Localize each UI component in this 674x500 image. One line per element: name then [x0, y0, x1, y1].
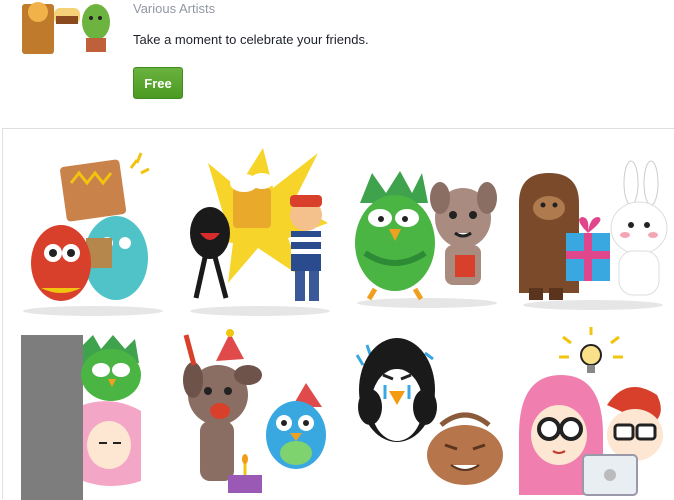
- monster-pair-sticker[interactable]: [11, 143, 176, 318]
- pack-description: Take a moment to celebrate your friends.: [133, 32, 369, 47]
- pack-thumbnail: [14, 0, 114, 64]
- owl-and-bulldog-sticker[interactable]: [345, 143, 510, 318]
- free-button[interactable]: Free: [133, 67, 183, 99]
- peeking-owl-and-girl-sticker[interactable]: [11, 325, 176, 500]
- pack-header: Various Artists Take a moment to celebra…: [0, 0, 674, 128]
- sticker-grid: [2, 128, 674, 500]
- bigfoot-and-bunny-gift-sticker[interactable]: [511, 143, 674, 318]
- idea-kids-sticker[interactable]: [511, 325, 674, 500]
- pack-artist: Various Artists: [133, 1, 216, 16]
- dog-and-bird-party-sticker[interactable]: [178, 325, 343, 500]
- devil-and-kid-cheers-sticker[interactable]: [178, 143, 343, 318]
- crying-penguin-sticker[interactable]: [345, 325, 510, 500]
